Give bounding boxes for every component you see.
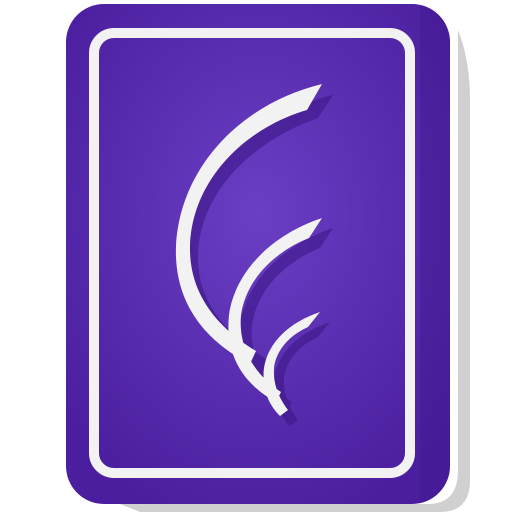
card-body	[66, 4, 450, 504]
app-icon-stage	[0, 0, 512, 512]
swoosh-card-icon	[66, 4, 470, 512]
